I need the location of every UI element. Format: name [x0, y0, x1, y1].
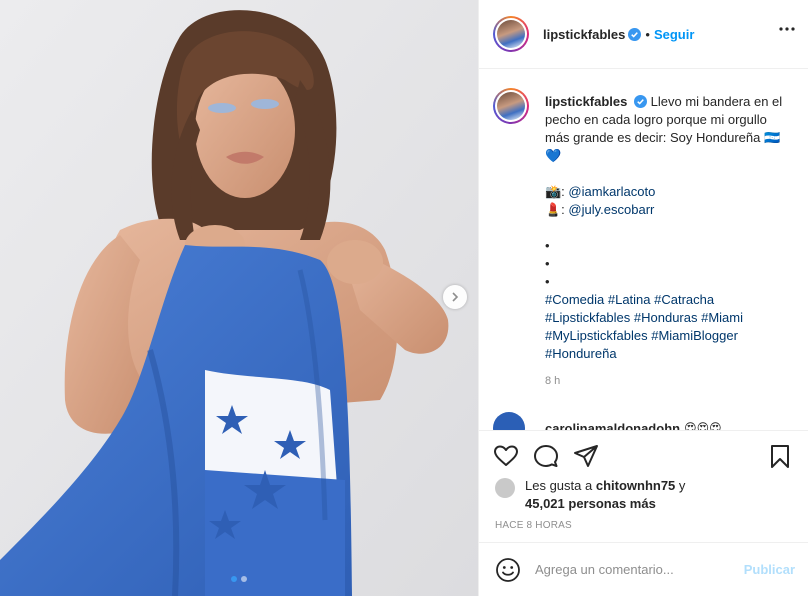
hashtags-line-4[interactable]: #Hondureña: [545, 345, 785, 363]
comments-scroll-area[interactable]: lipstickfables Llevo mi bandera en el pe…: [479, 70, 808, 430]
credit-photo: 📸: @iamkarlacoto: [545, 183, 785, 201]
commenter-avatar[interactable]: [493, 412, 525, 430]
verified-badge-icon: [634, 95, 647, 108]
caption-author-avatar[interactable]: [493, 88, 529, 124]
credit-makeup: 💄: @july.escobarr: [545, 201, 785, 219]
author-avatar[interactable]: [493, 16, 529, 52]
caption-dot-2: •: [545, 256, 550, 271]
share-icon[interactable]: [573, 443, 599, 469]
hashtags-line-3[interactable]: #MyLipstickfables #MiamiBlogger: [545, 327, 785, 345]
likes-summary: Les gusta a chitownhn75 y 45,021 persona…: [495, 477, 795, 513]
bookmark-icon[interactable]: [767, 443, 793, 469]
follow-button[interactable]: Seguir: [654, 27, 694, 42]
caption-dot-1: •: [545, 238, 550, 253]
post-timestamp[interactable]: HACE 8 HORAS: [495, 520, 572, 531]
likes-text: Les gusta a chitownhn75 y 45,021 persona…: [525, 477, 685, 513]
chevron-right-icon: [452, 292, 459, 302]
comment-icon[interactable]: [533, 443, 559, 469]
comment-text: 😍😍😍: [684, 421, 722, 430]
caption-username[interactable]: lipstickfables: [545, 94, 627, 109]
post-media[interactable]: [0, 0, 478, 596]
publish-button[interactable]: Publicar: [744, 562, 795, 577]
credit-photo-prefix: 📸:: [545, 184, 569, 199]
carousel-dot-1: [231, 576, 237, 582]
post-header: lipstickfables • Seguir: [479, 0, 808, 69]
action-bar: [479, 430, 808, 478]
likes-prefix: Les gusta a: [525, 478, 593, 493]
post-caption: lipstickfables Llevo mi bandera en el pe…: [545, 93, 785, 363]
comment-input[interactable]: [535, 562, 744, 577]
comment-item: carolinamaldonadohn 😍😍😍: [493, 412, 722, 430]
credit-makeup-prefix: 💄:: [545, 202, 569, 217]
instagram-post: lipstickfables • Seguir lipstickfables L…: [0, 0, 808, 596]
post-side-panel: lipstickfables • Seguir lipstickfables L…: [478, 0, 808, 596]
caption-timestamp[interactable]: 8 h: [545, 375, 560, 387]
likes-connector: y: [678, 478, 686, 493]
liker-username[interactable]: chitownhn75: [596, 478, 675, 493]
heart-icon[interactable]: [493, 443, 519, 469]
header-separator: •: [645, 26, 650, 42]
add-comment-bar: Publicar: [479, 542, 808, 596]
post-photo: [0, 0, 478, 596]
commenter-username[interactable]: carolinamaldonadohn: [545, 421, 680, 431]
likes-count[interactable]: 45,021 personas más: [525, 496, 656, 511]
credit-photo-handle[interactable]: @iamkarlacoto: [568, 184, 655, 199]
caption-dot-3: •: [545, 274, 550, 289]
credit-makeup-handle[interactable]: @july.escobarr: [568, 202, 654, 217]
emoji-icon[interactable]: [495, 557, 521, 583]
hashtags-line-2[interactable]: #Lipstickfables #Honduras #Miami: [545, 309, 785, 327]
carousel-indicator: [0, 576, 478, 582]
carousel-dot-2: [241, 576, 247, 582]
verified-badge-icon: [628, 27, 642, 41]
more-options-icon[interactable]: [779, 27, 795, 31]
liker-avatar[interactable]: [495, 478, 515, 498]
author-username[interactable]: lipstickfables: [543, 27, 625, 42]
hashtags-line-1[interactable]: #Comedia #Latina #Catracha: [545, 291, 785, 309]
carousel-next-button[interactable]: [443, 285, 467, 309]
